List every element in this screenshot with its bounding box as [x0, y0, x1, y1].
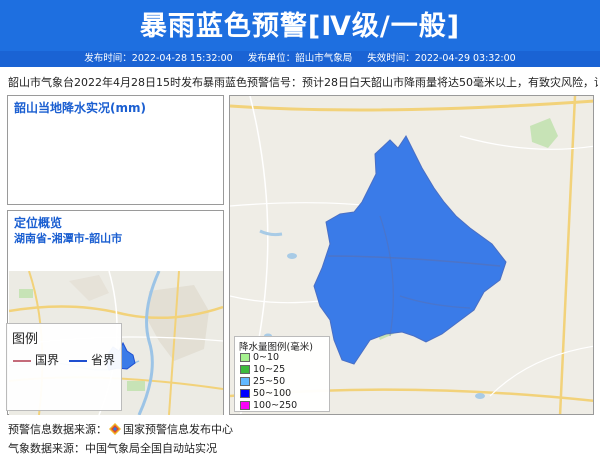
- rainfall-panel: 韶山当地降水实况(mm): [7, 95, 224, 205]
- rainfall-legend-item: 50~100: [240, 388, 291, 399]
- issue-time: 发布时间：2022-04-28 15:32:00: [84, 53, 233, 64]
- warning-source-label: 预警信息数据来源：: [8, 423, 107, 436]
- legend-item-province-border: 省界: [69, 351, 115, 368]
- rainfall-range: 50~100: [253, 388, 292, 399]
- rainfall-swatch: [240, 389, 250, 398]
- warning-banner: 暴雨蓝色预警[Ⅳ级/一般]: [0, 0, 600, 51]
- legend-label: 国界: [35, 353, 60, 367]
- map-legend: 图例 国界 省界: [6, 323, 122, 411]
- rainfall-range: 10~25: [253, 364, 286, 375]
- rainfall-swatch: [240, 401, 250, 410]
- warning-source-line: 预警信息数据来源： 国家预警信息发布中心: [8, 421, 233, 437]
- legend-label: 省界: [91, 353, 116, 367]
- rainfall-legend-item: 10~25: [240, 364, 285, 375]
- rainfall-swatch: [240, 377, 250, 386]
- issuer: 发布单位：韶山市气象局: [247, 53, 353, 64]
- main-map[interactable]: 降水量图例(毫米) 0~10 10~25 25~50 50~100 100~25…: [229, 95, 594, 415]
- expire-time: 失效时间：2022-04-29 03:32:00: [367, 53, 516, 64]
- warning-description: 韶山市气象台2022年4月28日15时发布暴雨蓝色预警信号：预计28日白天韶山市…: [8, 76, 598, 89]
- location-path: 湖南省-湘潭市-韶山市: [14, 232, 123, 245]
- rainfall-legend: 降水量图例(毫米) 0~10 10~25 25~50 50~100 100~25…: [234, 336, 330, 412]
- national-border-swatch: [13, 359, 31, 362]
- location-panel-title: 定位概览: [14, 216, 63, 230]
- warning-center-logo-icon: [109, 423, 121, 435]
- legend-item-national-border: 国界: [13, 351, 59, 368]
- rainfall-swatch: [240, 365, 250, 374]
- rainfall-panel-title: 韶山当地降水实况(mm): [14, 101, 146, 115]
- rainfall-legend-item: 25~50: [240, 376, 285, 387]
- rainfall-swatch: [240, 353, 250, 362]
- rainfall-range: 100~250: [253, 400, 298, 411]
- rainfall-legend-item: 0~10: [240, 352, 279, 363]
- rainfall-legend-item: 100~250: [240, 400, 297, 411]
- warning-source-name: 国家预警信息发布中心: [123, 423, 233, 436]
- map-legend-title: 图例: [12, 332, 39, 347]
- weather-source-line: 气象数据来源：中国气象局全国自动站实况: [8, 442, 217, 455]
- province-border-swatch: [69, 359, 87, 362]
- warning-title: 暴雨蓝色预警[Ⅳ级/一般]: [139, 11, 461, 42]
- warning-meta-bar: 发布时间：2022-04-28 15:32:00 发布单位：韶山市气象局 失效时…: [0, 51, 600, 67]
- rainfall-range: 0~10: [253, 352, 280, 363]
- rainfall-range: 25~50: [253, 376, 286, 387]
- rainfall-legend-title: 降水量图例(毫米): [239, 342, 313, 353]
